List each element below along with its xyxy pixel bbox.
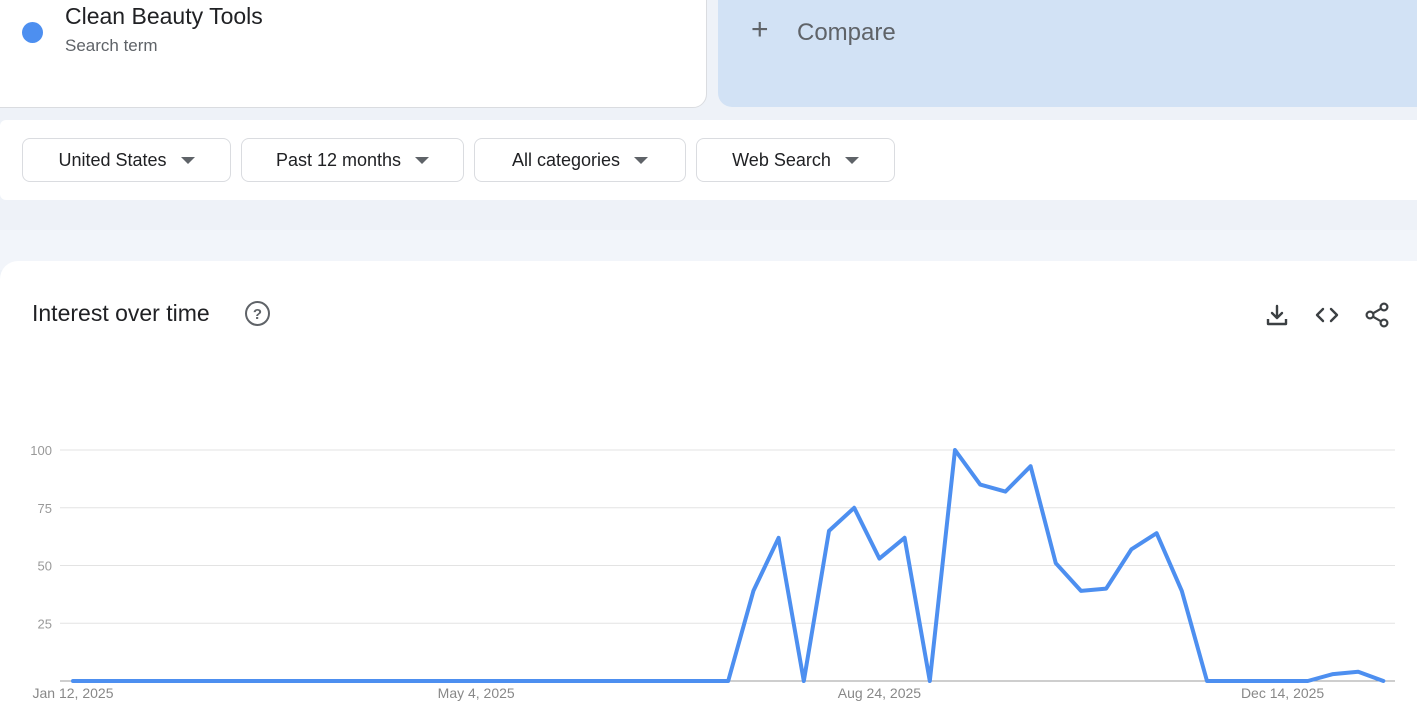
embed-code-icon[interactable]	[1314, 302, 1340, 328]
caret-down-icon	[634, 156, 649, 164]
panel-title: Interest over time	[32, 300, 210, 326]
series-color-dot	[22, 22, 43, 43]
region-filter-label: United States	[58, 149, 167, 170]
interest-over-time-panel	[0, 261, 1417, 711]
region-filter-dropdown[interactable]: United States	[22, 138, 231, 182]
caret-down-icon	[844, 156, 859, 164]
time-range-filter-label: Past 12 months	[275, 149, 402, 170]
caret-down-icon	[415, 156, 430, 164]
help-circle-icon[interactable]: ?	[244, 300, 271, 327]
search-type-filter-dropdown[interactable]: Web Search	[696, 138, 895, 182]
caret-down-icon	[180, 156, 195, 164]
plus-icon: +	[751, 13, 769, 46]
time-range-filter-dropdown[interactable]: Past 12 months	[241, 138, 464, 182]
category-filter-label: All categories	[511, 149, 621, 170]
search-term-name[interactable]: Clean Beauty Tools	[65, 3, 263, 30]
share-icon[interactable]	[1364, 302, 1390, 328]
search-type-filter-label: Web Search	[732, 149, 831, 170]
search-term-type: Search term	[65, 36, 158, 55]
download-icon[interactable]	[1264, 302, 1290, 328]
category-filter-dropdown[interactable]: All categories	[474, 138, 686, 182]
svg-text:?: ?	[253, 306, 262, 323]
compare-button[interactable]	[718, 0, 1417, 107]
compare-label[interactable]: Compare	[797, 19, 896, 47]
